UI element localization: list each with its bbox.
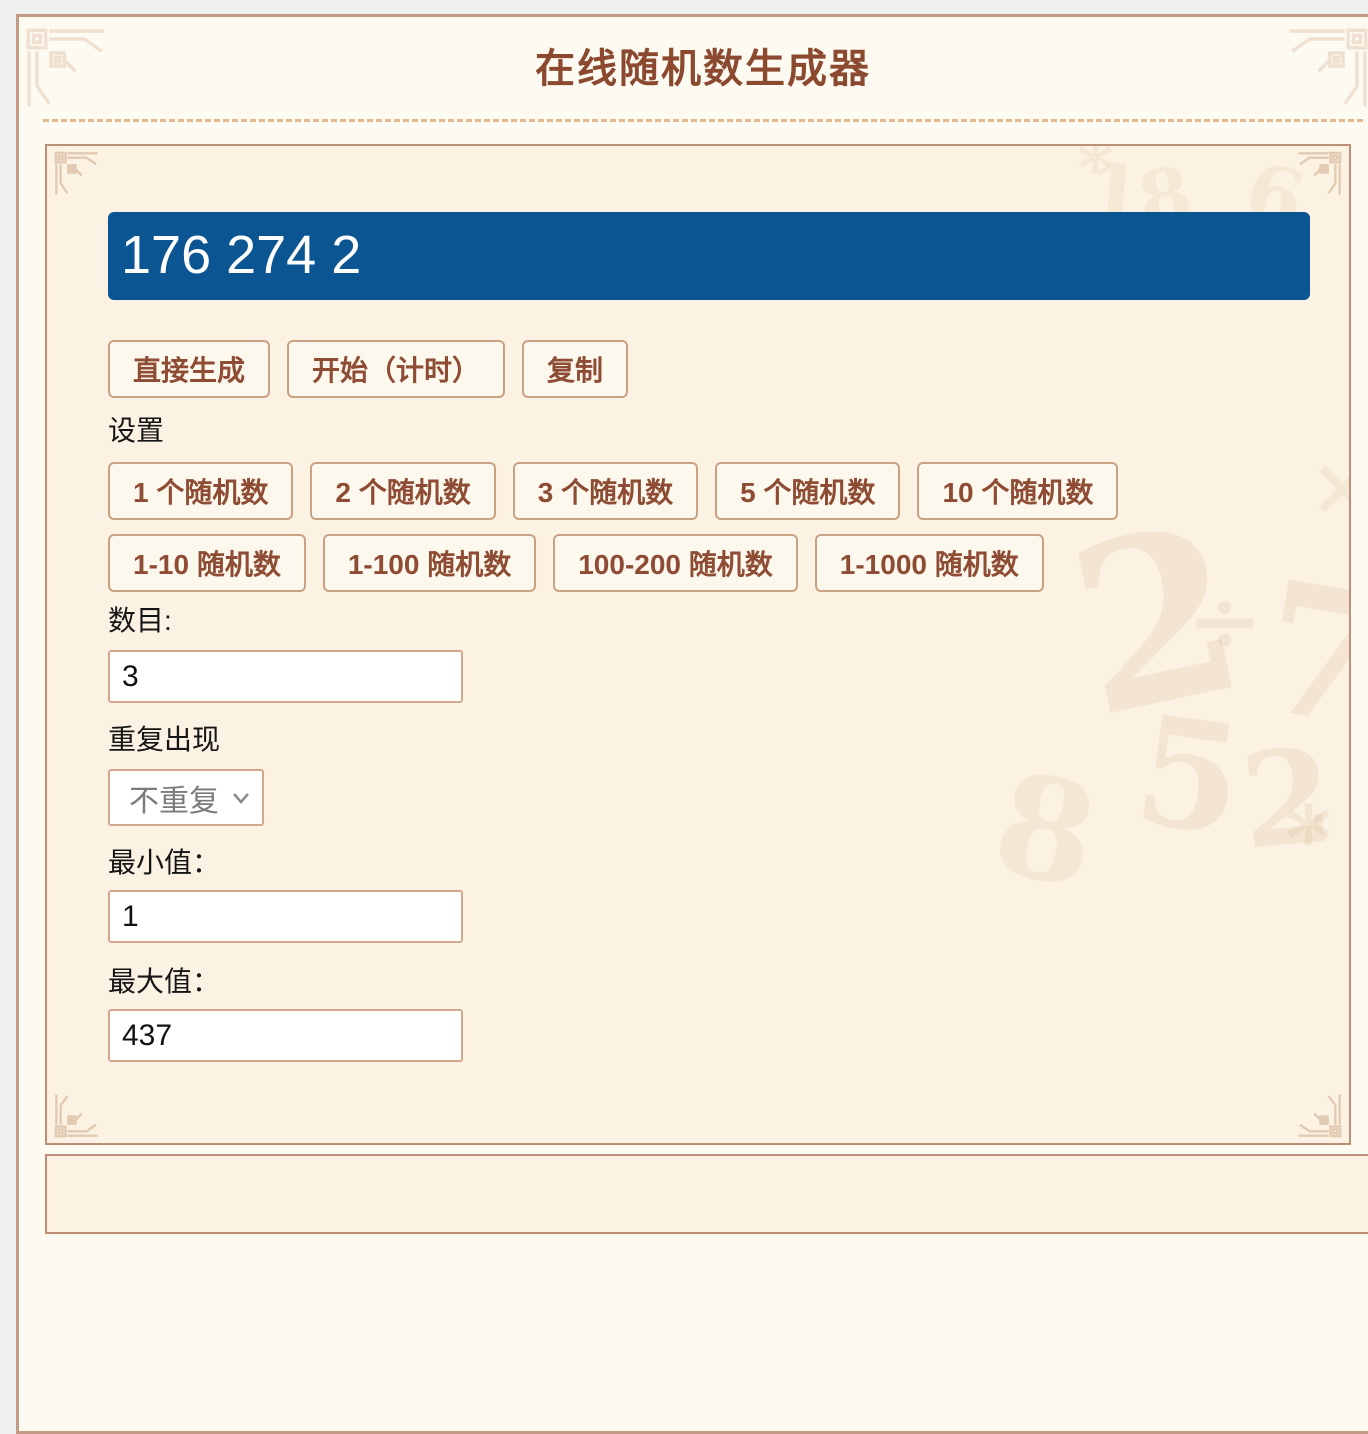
preset-count-1-button[interactable]: 1 个随机数 (108, 462, 293, 520)
preset-range-1-100-button[interactable]: 1-100 随机数 (323, 534, 536, 592)
preset-count-2-button[interactable]: 2 个随机数 (310, 462, 495, 520)
preset-range-100-200-button[interactable]: 100-200 随机数 (553, 534, 798, 592)
preset-count-5-button[interactable]: 5 个随机数 (715, 462, 900, 520)
max-label: 最大值： (108, 965, 1349, 999)
generator-panel: *1862÷7×528*3 176 274 2 直接生成 开始（计时） 复制 (45, 144, 1351, 1145)
count-input[interactable] (108, 650, 463, 703)
corner-ornament-icon (53, 1093, 99, 1139)
min-input[interactable] (108, 890, 463, 943)
preset-count-10-button[interactable]: 10 个随机数 (917, 462, 1118, 520)
chevron-down-icon (232, 792, 250, 804)
repeat-selected-option: 不重复 (129, 776, 219, 820)
page-title: 在线随机数生成器 (19, 39, 1368, 99)
corner-ornament-icon (1297, 1093, 1343, 1139)
preset-range-1-1000-button[interactable]: 1-1000 随机数 (815, 534, 1044, 592)
repeat-select[interactable]: 不重复 (108, 769, 264, 826)
preset-range-row: 1-10 随机数 1-100 随机数 100-200 随机数 1-1000 随机… (108, 534, 1349, 592)
preset-count-3-button[interactable]: 3 个随机数 (513, 462, 698, 520)
repeat-label: 重复出现 (108, 723, 1349, 757)
next-section-top (45, 1154, 1368, 1234)
preset-range-1-10-button[interactable]: 1-10 随机数 (108, 534, 306, 592)
action-buttons-row: 直接生成 开始（计时） 复制 (108, 340, 1349, 398)
start-timer-button[interactable]: 开始（计时） (287, 340, 505, 398)
max-input[interactable] (108, 1009, 463, 1062)
settings-label: 设置 (108, 414, 1349, 448)
main-container: 在线随机数生成器 *1862÷7×528*3 176 274 2 直接生成 开始… (16, 14, 1368, 1434)
generate-button[interactable]: 直接生成 (108, 340, 270, 398)
preset-count-row: 1 个随机数 2 个随机数 3 个随机数 5 个随机数 10 个随机数 (108, 462, 1349, 520)
result-display: 176 274 2 (108, 212, 1310, 300)
min-label: 最小值： (108, 846, 1349, 880)
copy-button[interactable]: 复制 (522, 340, 628, 398)
dashed-divider (43, 119, 1363, 122)
count-label: 数目: (108, 604, 1349, 638)
